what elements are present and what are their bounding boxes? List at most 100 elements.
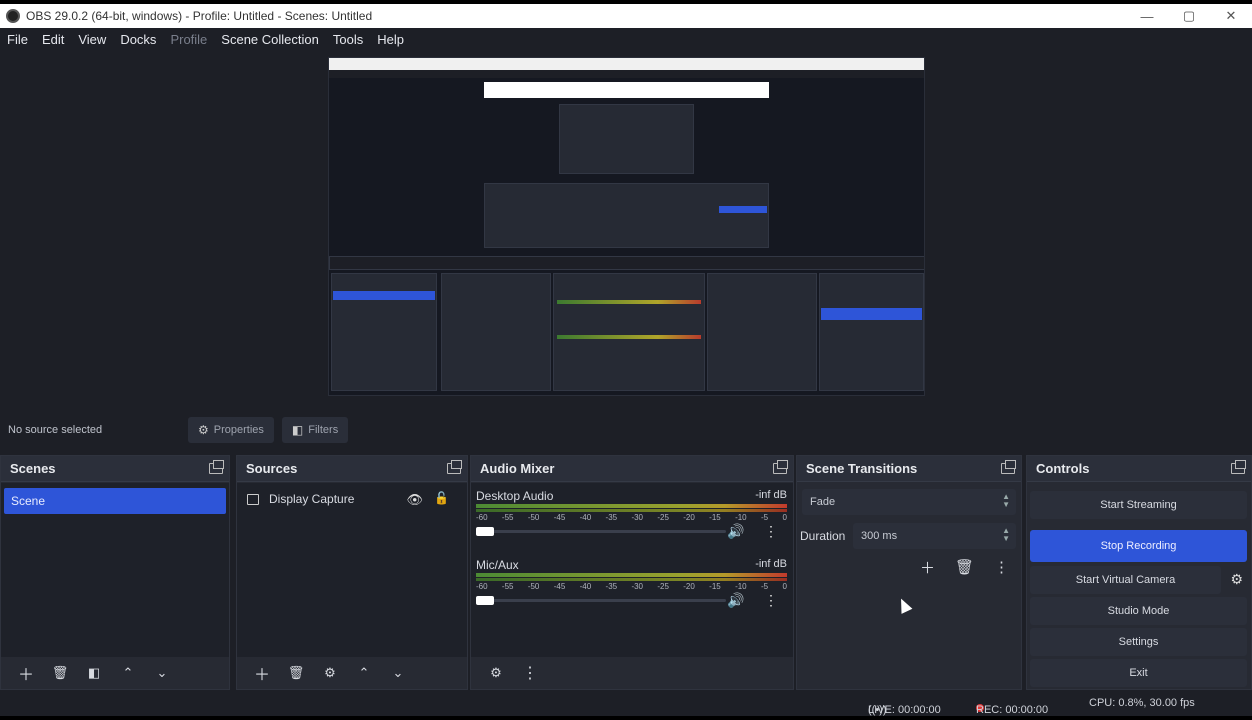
scenes-dock: Scenes Scene ＋ 🗑 ◧ ⌃ ⌄ [0, 455, 230, 690]
start-virtual-camera-button[interactable]: Start Virtual Camera [1030, 566, 1221, 594]
rec-time: REC: 00:00:00 [976, 704, 1049, 716]
scenes-footer: ＋ 🗑 ◧ ⌃ ⌄ [1, 657, 229, 689]
filter-icon: ◧ [291, 423, 304, 437]
level-meter-secondary [476, 509, 787, 512]
undock-icon[interactable] [1231, 460, 1246, 474]
scene-item[interactable]: Scene [4, 488, 226, 514]
tick-label: 0 [782, 513, 787, 522]
exit-button[interactable]: Exit [1030, 659, 1247, 687]
undock-icon[interactable] [773, 460, 788, 474]
duration-spinbox[interactable]: 300 ms ▲ ▼ [853, 523, 1016, 549]
add-source-button[interactable]: ＋ [245, 660, 279, 686]
mixer-channels: Desktop Audio -inf dB -60 -55 -50 -45 -4… [471, 483, 793, 657]
preview-scene-item [333, 291, 435, 300]
lock-icon[interactable]: 🔓 [434, 491, 449, 505]
duration-value: 300 ms [861, 530, 898, 542]
tick-label: -25 [657, 582, 669, 591]
filters-button[interactable]: ◧ Filters [281, 417, 349, 443]
preview-area[interactable] [0, 50, 1252, 407]
menu-view[interactable]: View [71, 32, 113, 47]
add-transition-button[interactable]: ＋ [909, 556, 946, 578]
transition-type-select[interactable]: Fade ▲ ▼ [802, 489, 1016, 515]
volume-slider-handle[interactable] [476, 527, 494, 536]
menu-tools[interactable]: Tools [326, 32, 370, 47]
mixer-channel: Desktop Audio -inf dB -60 -55 -50 -45 -4… [471, 487, 793, 553]
transition-type-value: Fade [810, 496, 836, 508]
volume-slider-handle[interactable] [476, 596, 494, 605]
close-button[interactable]: ✕ [1210, 4, 1252, 28]
bottom-edge [0, 716, 1252, 720]
menu-edit[interactable]: Edit [35, 32, 71, 47]
menu-help[interactable]: Help [370, 32, 411, 47]
cpu-status: CPU: 0.8%, 30.00 fps [1089, 697, 1195, 709]
source-item[interactable]: Display Capture 👁 🔓 [237, 486, 467, 512]
transitions-header: Scene Transitions [797, 456, 1021, 482]
tick-label: -45 [553, 582, 566, 591]
preview-source-toolbar [329, 256, 924, 270]
scenes-title: Scenes [10, 461, 56, 476]
more-options-icon[interactable]: ⋮ [764, 523, 778, 540]
maximize-button[interactable]: ▢ [1168, 4, 1210, 28]
mixer-menu-icon[interactable]: ⋮ [513, 660, 547, 686]
channel-db: -inf dB [755, 558, 787, 570]
mixer-channel: Mic/Aux -inf dB -60 -55 -50 -45 -40 -35 … [471, 556, 793, 622]
settings-button[interactable]: Settings [1030, 628, 1247, 656]
menu-profile[interactable]: Profile [163, 32, 214, 47]
source-properties-button[interactable]: ⚙ [313, 660, 347, 686]
remove-source-button[interactable]: 🗑 [279, 660, 313, 686]
studio-mode-button[interactable]: Studio Mode [1030, 597, 1247, 625]
obs-logo-icon [6, 9, 20, 23]
filters-label: Filters [308, 424, 339, 436]
preview-mixer-dock [553, 273, 705, 391]
volume-slider[interactable] [476, 527, 726, 536]
level-meter [476, 504, 787, 508]
move-scene-up-button[interactable]: ⌃ [111, 660, 145, 686]
move-source-down-button[interactable]: ⌄ [381, 660, 415, 686]
speaker-icon[interactable]: 🔊 [727, 523, 744, 540]
speaker-icon[interactable]: 🔊 [727, 592, 744, 609]
add-scene-button[interactable]: ＋ [9, 660, 43, 686]
mixer-title: Audio Mixer [480, 461, 555, 476]
undock-icon[interactable] [1001, 460, 1016, 474]
remove-scene-button[interactable]: 🗑 [43, 660, 77, 686]
more-options-icon[interactable]: ⋮ [764, 592, 778, 609]
properties-button[interactable]: ⚙ Properties [188, 417, 274, 443]
advanced-audio-properties-icon[interactable]: ⚙ [479, 660, 513, 686]
tick-label: -30 [631, 582, 643, 591]
virtual-camera-settings-icon[interactable]: ⚙ [1230, 571, 1243, 588]
visibility-eye-icon[interactable]: 👁 [406, 492, 423, 508]
controls-header: Controls [1027, 456, 1251, 482]
channel-name: Mic/Aux [476, 558, 519, 572]
preview-sources-dock [441, 273, 551, 391]
remove-transition-button[interactable]: 🗑 [946, 556, 983, 578]
move-scene-down-button[interactable]: ⌄ [145, 660, 179, 686]
minimize-button[interactable]: — [1126, 4, 1168, 28]
tick-label: -45 [553, 513, 566, 522]
menu-file[interactable]: File [0, 32, 35, 47]
tick-label: -35 [605, 582, 618, 591]
transition-properties-icon[interactable]: ⋮ [983, 556, 1020, 578]
move-source-up-button[interactable]: ⌃ [347, 660, 381, 686]
controls-title: Controls [1036, 461, 1090, 476]
display-capture-icon [247, 493, 259, 505]
tick-label: -60 [476, 513, 488, 522]
spin-arrows-icon: ▲ ▼ [1002, 526, 1010, 543]
stop-recording-button[interactable]: Stop Recording [1030, 530, 1247, 562]
preview-nested-menubar [329, 70, 924, 78]
undock-icon[interactable] [209, 460, 224, 474]
source-toolbar: No source selected ⚙ Properties ◧ Filter… [0, 412, 1252, 448]
menu-scene-collection[interactable]: Scene Collection [214, 32, 326, 47]
window-title: OBS 29.0.2 (64-bit, windows) - Profile: … [26, 9, 373, 23]
controls-dock: Controls Start Streaming Stop Recording … [1026, 455, 1252, 690]
tick-label: -20 [683, 513, 695, 522]
scenes-list: Scene [1, 483, 229, 657]
preview-nested-docks [484, 183, 769, 248]
volume-slider[interactable] [476, 596, 726, 605]
scene-filters-button[interactable]: ◧ [77, 660, 111, 686]
tick-label: -55 [501, 582, 514, 591]
menu-docks[interactable]: Docks [113, 32, 163, 47]
undock-icon[interactable] [447, 460, 462, 474]
sources-dock: Sources Display Capture 👁 🔓 ＋ 🗑 ⚙ ⌃ ⌄ [236, 455, 468, 690]
start-streaming-button[interactable]: Start Streaming [1030, 491, 1247, 519]
level-meter-secondary [476, 578, 787, 581]
